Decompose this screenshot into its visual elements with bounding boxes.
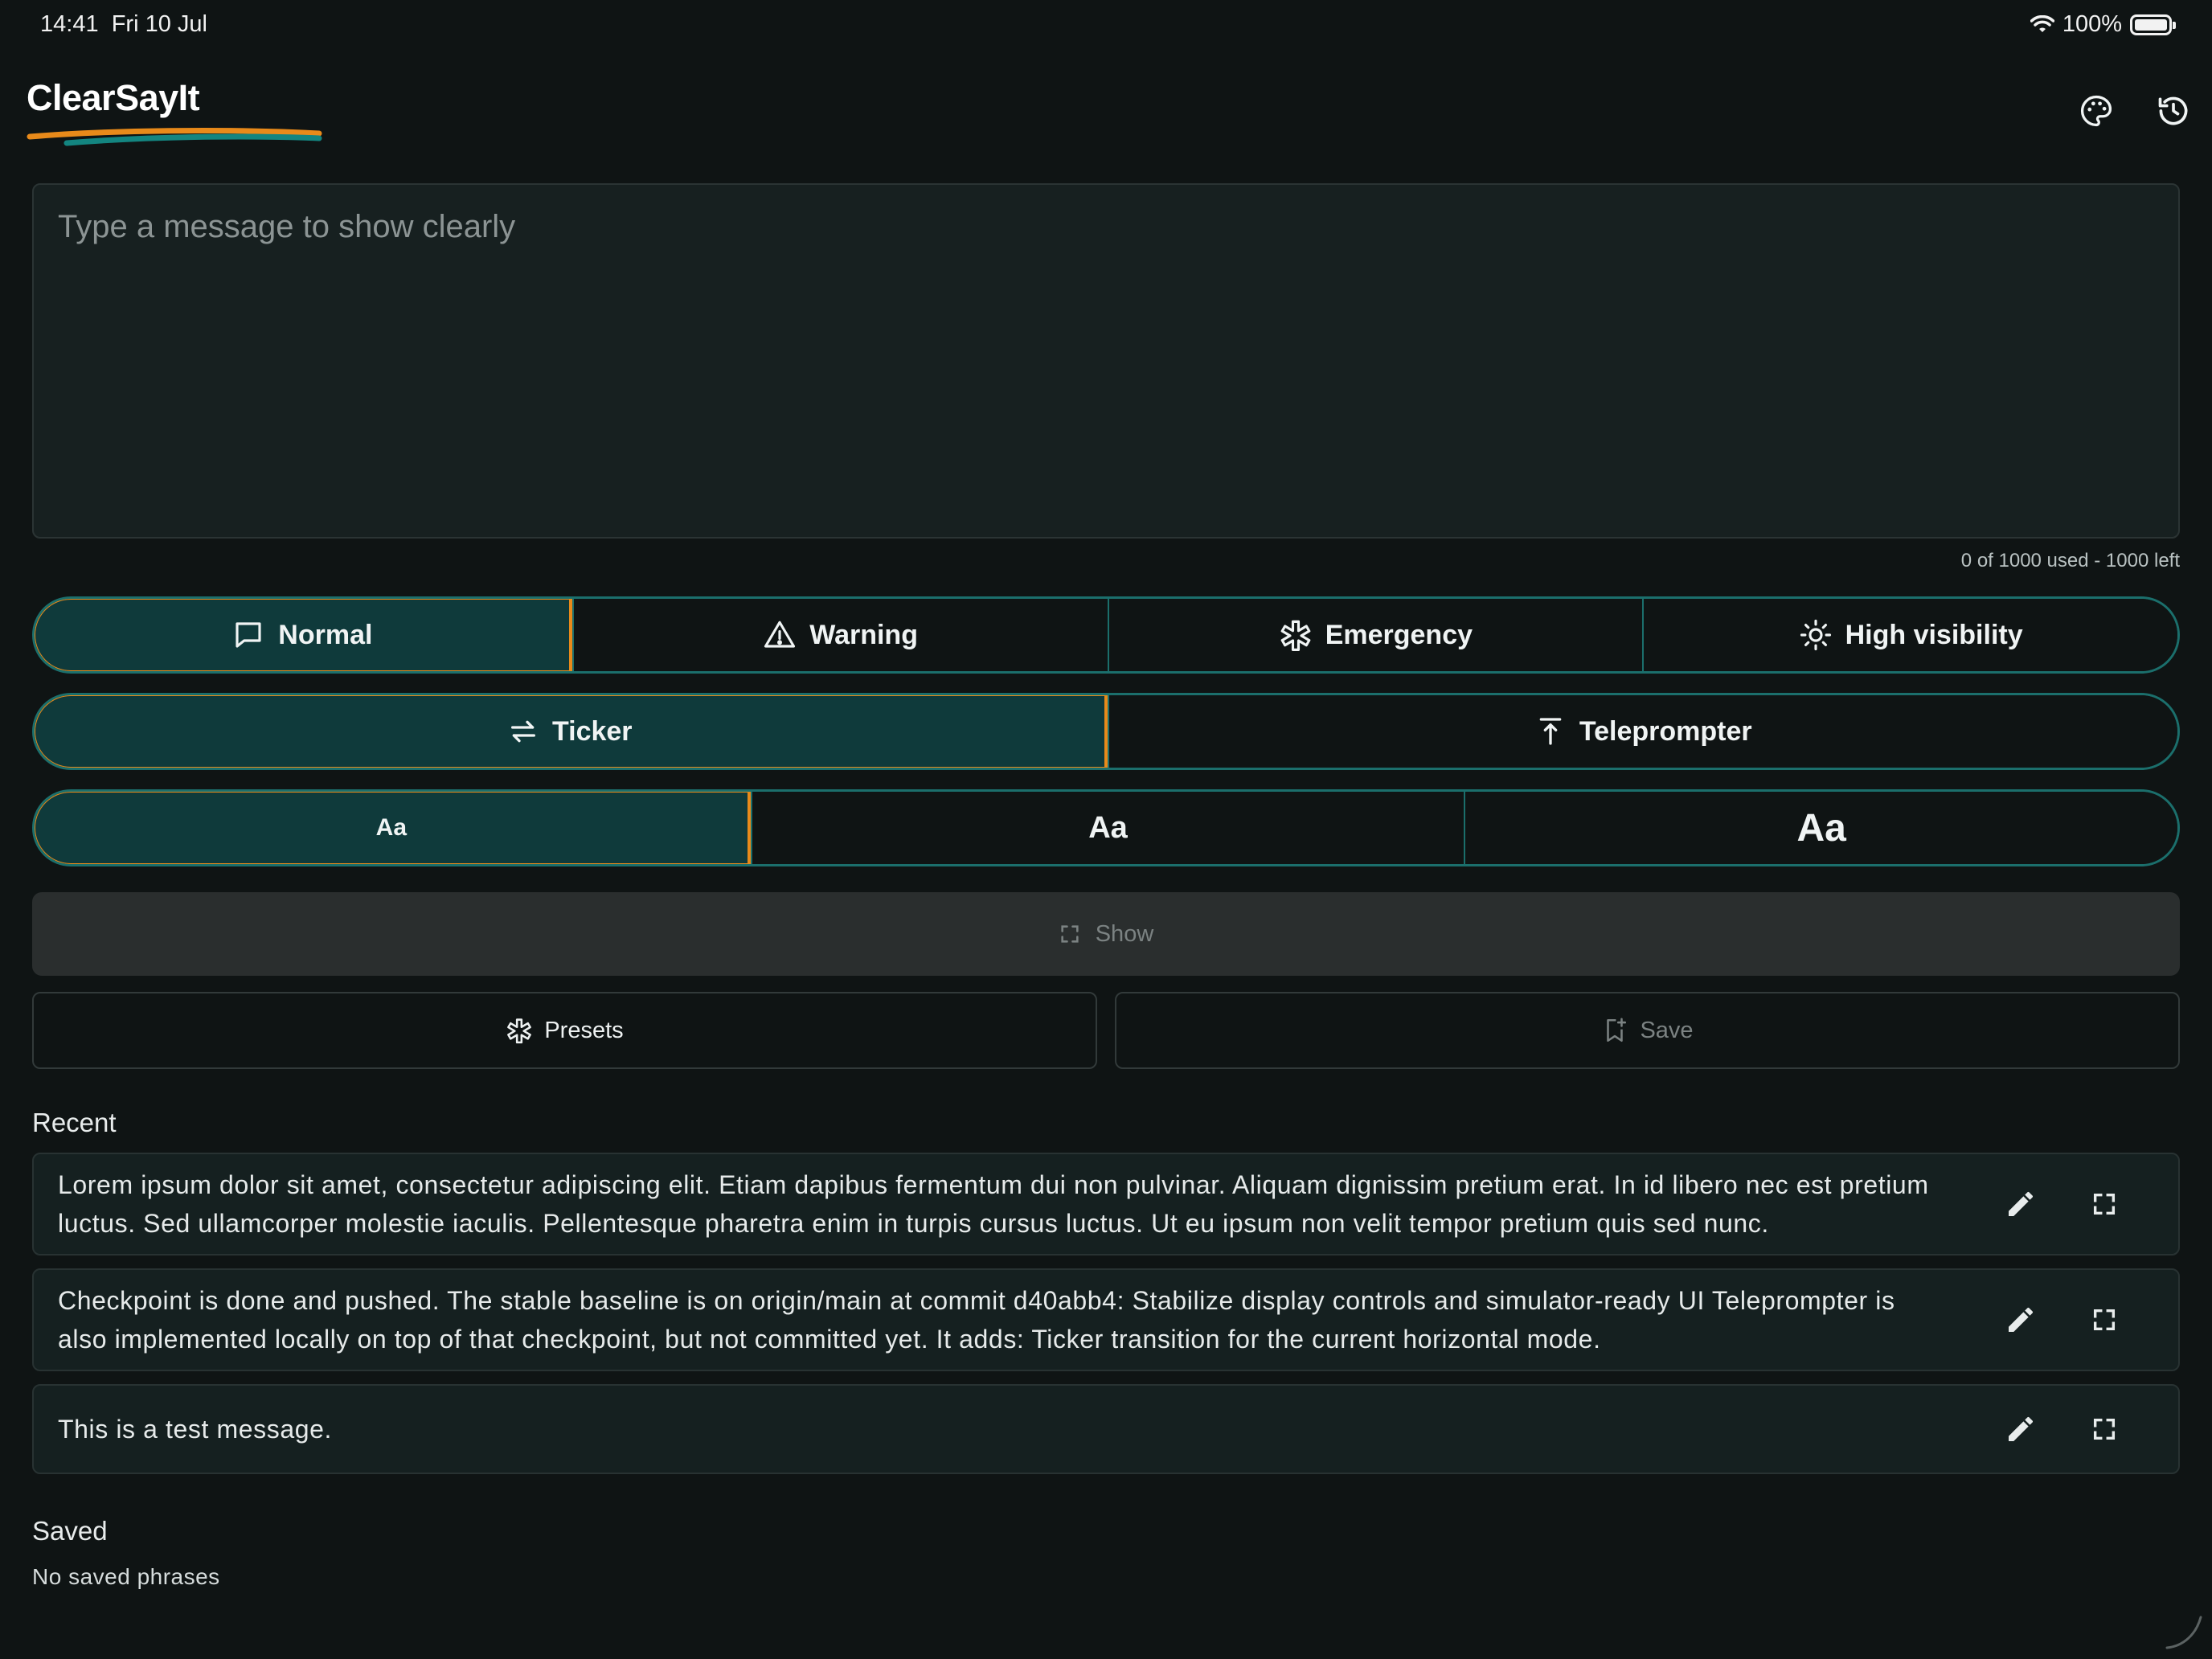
fullscreen-button[interactable] [2082, 1182, 2127, 1227]
presets-button-label: Presets [544, 1017, 624, 1043]
mode-option-teleprompter[interactable]: Teleprompter [1107, 695, 2177, 768]
recent-item-text: This is a test message. [58, 1415, 333, 1444]
asterisk-icon [1280, 620, 1311, 651]
speech-bubble-icon [236, 622, 261, 648]
text-size-selector: Aa Aa Aa [32, 789, 2180, 866]
bookmark-add-icon [1607, 1018, 1627, 1043]
palette-icon [2080, 95, 2112, 127]
wifi-icon [2030, 14, 2054, 32]
status-indicators: 100% [2030, 11, 2176, 38]
tone-label-emergency: Emergency [1325, 619, 1473, 650]
mode-option-ticker[interactable]: Ticker [35, 695, 1108, 768]
size-label-small: Aa [375, 814, 408, 841]
tone-option-emergency[interactable]: Emergency [1107, 599, 1643, 671]
recent-item[interactable]: Checkpoint is done and pushed. The stabl… [32, 1268, 2180, 1371]
show-button-label: Show [1095, 920, 1154, 947]
battery-percentage: 100% [2062, 11, 2122, 37]
fullscreen-icon [2093, 1309, 2116, 1331]
swap-arrows-icon [510, 720, 535, 743]
recent-item-text: Checkpoint is done and pushed. The stabl… [58, 1286, 1895, 1354]
recent-item[interactable]: Lorem ipsum dolor sit amet, consectetur … [32, 1153, 2180, 1256]
message-input[interactable] [58, 209, 2154, 513]
tone-option-normal[interactable]: Normal [35, 599, 572, 671]
character-counter: 0 of 1000 used - 1000 left [1960, 550, 2180, 571]
tone-option-warning[interactable]: Warning [571, 599, 1108, 671]
status-time: 14:41 Fri 10 Jul [40, 11, 207, 38]
history-button[interactable] [2151, 88, 2196, 133]
edit-button[interactable] [1998, 1297, 2043, 1342]
size-label-medium: Aa [1088, 810, 1128, 845]
presets-button[interactable]: Presets [32, 992, 1097, 1069]
edit-button[interactable] [1998, 1182, 2043, 1227]
title-underline-graphic [27, 128, 322, 146]
time-text: 14:41 [40, 11, 99, 37]
size-option-large[interactable]: Aa [1464, 792, 2177, 864]
size-option-medium[interactable]: Aa [750, 792, 1464, 864]
save-button-label: Save [1640, 1017, 1694, 1043]
upload-arrow-icon [1539, 718, 1562, 745]
show-button[interactable]: Show [32, 892, 2180, 976]
pencil-icon [2009, 1307, 2033, 1332]
recent-item[interactable]: This is a test message. [32, 1384, 2180, 1474]
palette-button[interactable] [2074, 88, 2119, 133]
saved-empty-state: No saved phrases [32, 1564, 220, 1589]
sun-icon [1800, 619, 1831, 651]
fullscreen-button[interactable] [2082, 1407, 2127, 1452]
asterisk-icon [507, 1018, 532, 1044]
resize-handle-icon[interactable] [2164, 1611, 2204, 1651]
tone-label-normal: Normal [278, 619, 373, 650]
edit-button[interactable] [1998, 1407, 2043, 1452]
fullscreen-button[interactable] [2082, 1297, 2127, 1342]
battery-icon [2130, 14, 2176, 35]
fullscreen-icon [2093, 1418, 2116, 1440]
recent-section-title: Recent [32, 1108, 117, 1137]
fullscreen-icon [1061, 925, 1079, 943]
size-label-large: Aa [1796, 806, 1846, 850]
fullscreen-icon [2093, 1193, 2116, 1215]
mode-selector: Ticker Teleprompter [32, 693, 2180, 770]
mode-label-teleprompter: Teleprompter [1579, 715, 1752, 747]
pencil-icon [2009, 1191, 2033, 1216]
save-button[interactable]: Save [1115, 992, 2180, 1069]
tone-option-high-visibility[interactable]: High visibility [1642, 599, 2177, 671]
message-input-container[interactable] [32, 183, 2180, 539]
app-title: ClearSayIt [27, 77, 200, 118]
tone-selector: Normal Warning Emergency High visibility [32, 596, 2180, 674]
tone-label-high-visibility: High visibility [1845, 619, 2023, 650]
history-icon [2158, 96, 2188, 125]
recent-item-text: Lorem ipsum dolor sit amet, consectetur … [58, 1170, 1929, 1238]
date-text: Fri 10 Jul [111, 11, 207, 37]
warning-icon [764, 621, 796, 648]
size-option-small[interactable]: Aa [35, 792, 751, 864]
saved-section-title: Saved [32, 1516, 108, 1546]
pencil-icon [2009, 1416, 2033, 1441]
mode-label-ticker: Ticker [551, 715, 633, 747]
tone-label-warning: Warning [809, 619, 918, 650]
app-screen: 14:41 Fri 10 Jul 100% ClearSayIt Type a … [0, 0, 2212, 1659]
status-bar: 14:41 Fri 10 Jul 100% [0, 0, 2212, 51]
